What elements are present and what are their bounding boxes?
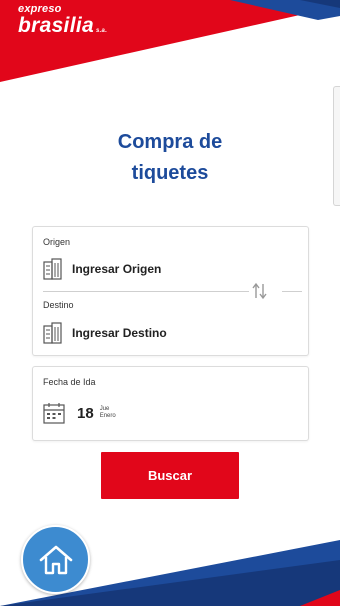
origin-field[interactable]: Ingresar Origen: [43, 258, 161, 280]
date-label: Fecha de Ida: [43, 377, 96, 387]
route-divider-right: [282, 291, 302, 292]
destination-label: Destino: [43, 300, 74, 310]
building-icon: [43, 258, 62, 280]
page-title-line1: Compra de: [117, 131, 223, 153]
page-title: Compra de tiquetes: [0, 127, 340, 189]
date-details: Jue Enero: [100, 406, 116, 420]
route-divider: [43, 291, 249, 292]
brand-line2: brasilia s.a.: [18, 15, 107, 36]
brand-suffix: s.a.: [95, 28, 108, 34]
brand-logo: expreso brasilia s.a.: [18, 4, 107, 37]
destination-field[interactable]: Ingresar Destino: [43, 322, 167, 344]
date-day: 18: [77, 404, 94, 422]
home-button[interactable]: [21, 525, 90, 594]
page-title-line2: tiquetes: [131, 162, 209, 184]
search-button[interactable]: Buscar: [101, 452, 239, 499]
date-month: Enero: [99, 413, 116, 419]
route-card: Origen Ingresar Origen Destino Ingresar …: [32, 226, 309, 356]
swap-arrows-icon[interactable]: [251, 281, 269, 301]
origin-input[interactable]: Ingresar Origen: [72, 262, 161, 276]
header-band: expreso brasilia s.a.: [0, 0, 340, 90]
origin-label: Origen: [43, 237, 71, 247]
brand-name: brasilia: [18, 14, 94, 37]
home-icon: [39, 545, 72, 574]
building-icon: [43, 322, 62, 344]
destination-input[interactable]: Ingresar Destino: [72, 326, 167, 340]
date-weekday: Jue: [99, 406, 110, 412]
date-card[interactable]: Fecha de Ida 18 Jue Enero: [32, 366, 309, 441]
calendar-icon: [43, 403, 65, 424]
date-field[interactable]: 18 Jue Enero: [43, 402, 116, 424]
